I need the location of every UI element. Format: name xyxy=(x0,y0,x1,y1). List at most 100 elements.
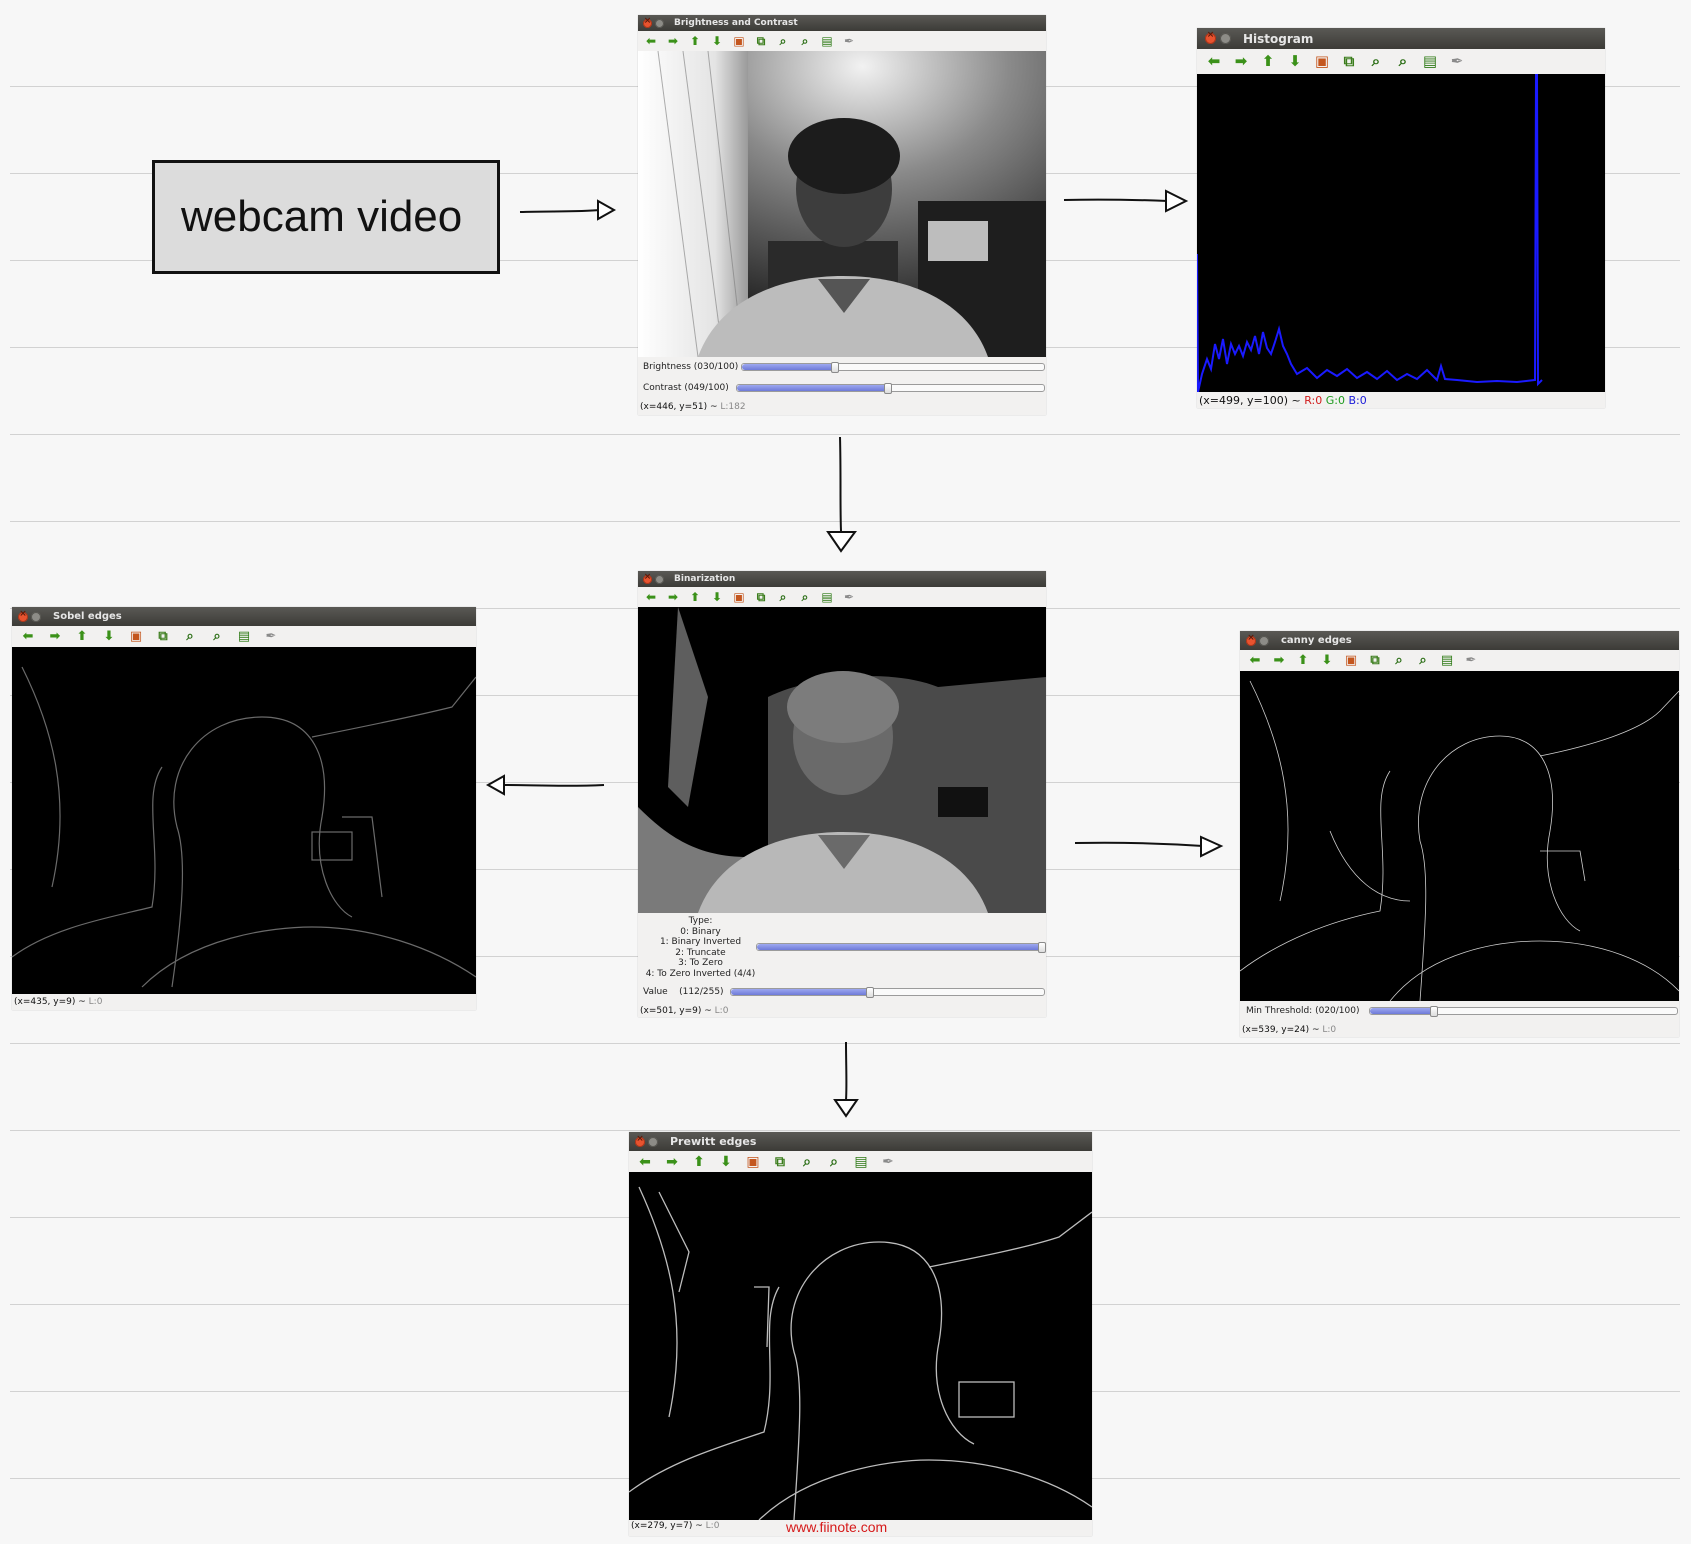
slider-fill xyxy=(742,364,834,370)
zoom-in-icon[interactable]: ⌕ xyxy=(1390,652,1408,670)
minimize-icon[interactable] xyxy=(655,574,664,584)
minimize-icon[interactable] xyxy=(1220,33,1231,44)
zoom-out-icon[interactable]: ⌕ xyxy=(824,1152,844,1172)
reset-zoom-image-icon[interactable]: ▣ xyxy=(1312,52,1332,72)
window-title: canny edges xyxy=(1281,635,1352,646)
pan-right-icon[interactable]: ➡ xyxy=(1231,52,1251,72)
arrow-brightness-to-binarization xyxy=(826,436,857,553)
slider-handle[interactable] xyxy=(866,987,874,998)
pan-left-icon[interactable]: ⬅ xyxy=(18,627,38,647)
zoom-out-icon[interactable]: ⌕ xyxy=(207,627,227,647)
zoom-in-icon[interactable]: ⌕ xyxy=(775,33,791,49)
reset-zoom-image-icon[interactable]: ▣ xyxy=(1342,652,1360,670)
minimize-icon[interactable] xyxy=(1259,635,1269,646)
pan-right-icon[interactable]: ➡ xyxy=(45,627,65,647)
window-titlebar[interactable]: Histogram xyxy=(1197,28,1605,49)
red-value: R:0 xyxy=(1304,394,1323,407)
pan-right-icon[interactable]: ➡ xyxy=(662,1152,682,1172)
pan-up-icon[interactable]: ⬆ xyxy=(689,1152,709,1172)
save-icon[interactable]: ▤ xyxy=(819,589,835,605)
zoom-to-selection-icon[interactable]: ⧉ xyxy=(1366,652,1384,670)
properties-brush-icon[interactable]: ✒ xyxy=(841,589,857,605)
toolbar: ⬅ ➡ ⬆ ⬇ ▣ ⧉ ⌕ ⌕ ▤ ✒ xyxy=(12,626,476,647)
zoom-to-selection-icon[interactable]: ⧉ xyxy=(153,627,173,647)
close-icon[interactable] xyxy=(1205,30,1216,44)
save-icon[interactable]: ▤ xyxy=(819,33,835,49)
pan-right-icon[interactable]: ➡ xyxy=(665,589,681,605)
type-slider[interactable] xyxy=(756,942,1046,953)
zoom-in-icon[interactable]: ⌕ xyxy=(1366,52,1386,72)
zoom-out-icon[interactable]: ⌕ xyxy=(797,589,813,605)
minimize-icon[interactable] xyxy=(655,18,664,28)
reset-zoom-image-icon[interactable]: ▣ xyxy=(126,627,146,647)
toolbar: ⬅ ➡ ⬆ ⬇ ▣ ⧉ ⌕ ⌕ ▤ ✒ xyxy=(1240,650,1679,671)
window-titlebar[interactable]: Binarization xyxy=(638,571,1046,587)
pan-right-icon[interactable]: ➡ xyxy=(1270,652,1288,670)
min-threshold-slider[interactable] xyxy=(1369,1006,1678,1017)
close-icon[interactable] xyxy=(1246,633,1256,646)
pan-down-icon[interactable]: ⬇ xyxy=(709,33,725,49)
save-icon[interactable]: ▤ xyxy=(1438,652,1456,670)
zoom-to-selection-icon[interactable]: ⧉ xyxy=(753,33,769,49)
properties-brush-icon[interactable]: ✒ xyxy=(1447,52,1467,72)
zoom-out-icon[interactable]: ⌕ xyxy=(1414,652,1432,670)
window-titlebar[interactable]: Prewitt edges xyxy=(629,1132,1092,1151)
zoom-in-icon[interactable]: ⌕ xyxy=(797,1152,817,1172)
close-icon[interactable] xyxy=(643,572,652,584)
close-icon[interactable] xyxy=(635,1134,645,1147)
value-slider[interactable] xyxy=(730,987,1045,998)
arrow-binarization-to-canny xyxy=(1074,835,1224,858)
zoom-in-icon[interactable]: ⌕ xyxy=(180,627,200,647)
close-icon[interactable] xyxy=(18,609,28,622)
close-icon[interactable] xyxy=(643,16,652,28)
save-icon[interactable]: ▤ xyxy=(1420,52,1440,72)
slider-handle[interactable] xyxy=(1430,1006,1438,1017)
prewitt-edges-window: Prewitt edges ⬅➡⬆⬇▣⧉⌕⌕▤✒ (x=279, y=7) ~ … xyxy=(629,1132,1092,1536)
pan-down-icon[interactable]: ⬇ xyxy=(99,627,119,647)
window-titlebar[interactable]: Brightness and Contrast xyxy=(638,15,1046,31)
pan-right-icon[interactable]: ➡ xyxy=(665,33,681,49)
save-icon[interactable]: ▤ xyxy=(234,627,254,647)
slider-handle[interactable] xyxy=(831,362,839,373)
zoom-to-selection-icon[interactable]: ⧉ xyxy=(1339,52,1359,72)
pan-up-icon[interactable]: ⬆ xyxy=(687,33,703,49)
pan-up-icon[interactable]: ⬆ xyxy=(1258,52,1278,72)
pan-up-icon[interactable]: ⬆ xyxy=(72,627,92,647)
zoom-to-selection-icon[interactable]: ⧉ xyxy=(770,1152,790,1172)
contrast-slider[interactable] xyxy=(736,383,1045,394)
status-bar: (x=446, y=51) ~ L:182 xyxy=(638,402,1046,412)
properties-brush-icon[interactable]: ✒ xyxy=(1462,652,1480,670)
slider-handle[interactable] xyxy=(884,383,892,394)
brightness-slider[interactable] xyxy=(741,362,1045,373)
reset-zoom-image-icon[interactable]: ▣ xyxy=(731,33,747,49)
window-titlebar[interactable]: canny edges xyxy=(1240,631,1679,650)
pan-down-icon[interactable]: ⬇ xyxy=(716,1152,736,1172)
pan-left-icon[interactable]: ⬅ xyxy=(1246,652,1264,670)
pan-down-icon[interactable]: ⬇ xyxy=(1318,652,1336,670)
reset-zoom-image-icon[interactable]: ▣ xyxy=(743,1152,763,1172)
pan-down-icon[interactable]: ⬇ xyxy=(709,589,725,605)
minimize-icon[interactable] xyxy=(648,1136,658,1147)
type-label-line: 1: Binary Inverted xyxy=(659,937,742,947)
pan-left-icon[interactable]: ⬅ xyxy=(1204,52,1224,72)
pan-down-icon[interactable]: ⬇ xyxy=(1285,52,1305,72)
slider-handle[interactable] xyxy=(1038,942,1046,953)
window-titlebar[interactable]: Sobel edges xyxy=(12,607,476,626)
pan-up-icon[interactable]: ⬆ xyxy=(1294,652,1312,670)
zoom-out-icon[interactable]: ⌕ xyxy=(1393,52,1413,72)
pan-up-icon[interactable]: ⬆ xyxy=(687,589,703,605)
minimize-icon[interactable] xyxy=(31,611,41,622)
properties-brush-icon[interactable]: ✒ xyxy=(841,33,857,49)
zoom-to-selection-icon[interactable]: ⧉ xyxy=(753,589,769,605)
pan-left-icon[interactable]: ⬅ xyxy=(635,1152,655,1172)
zoom-out-icon[interactable]: ⌕ xyxy=(797,33,813,49)
contrast-trackbar-label: Contrast (049/100) xyxy=(643,383,729,393)
status-bar: (x=501, y=9) ~ L:0 xyxy=(638,1006,1046,1016)
pan-left-icon[interactable]: ⬅ xyxy=(643,33,659,49)
save-icon[interactable]: ▤ xyxy=(851,1152,871,1172)
zoom-in-icon[interactable]: ⌕ xyxy=(775,589,791,605)
properties-brush-icon[interactable]: ✒ xyxy=(261,627,281,647)
pan-left-icon[interactable]: ⬅ xyxy=(643,589,659,605)
properties-brush-icon[interactable]: ✒ xyxy=(878,1152,898,1172)
reset-zoom-image-icon[interactable]: ▣ xyxy=(731,589,747,605)
